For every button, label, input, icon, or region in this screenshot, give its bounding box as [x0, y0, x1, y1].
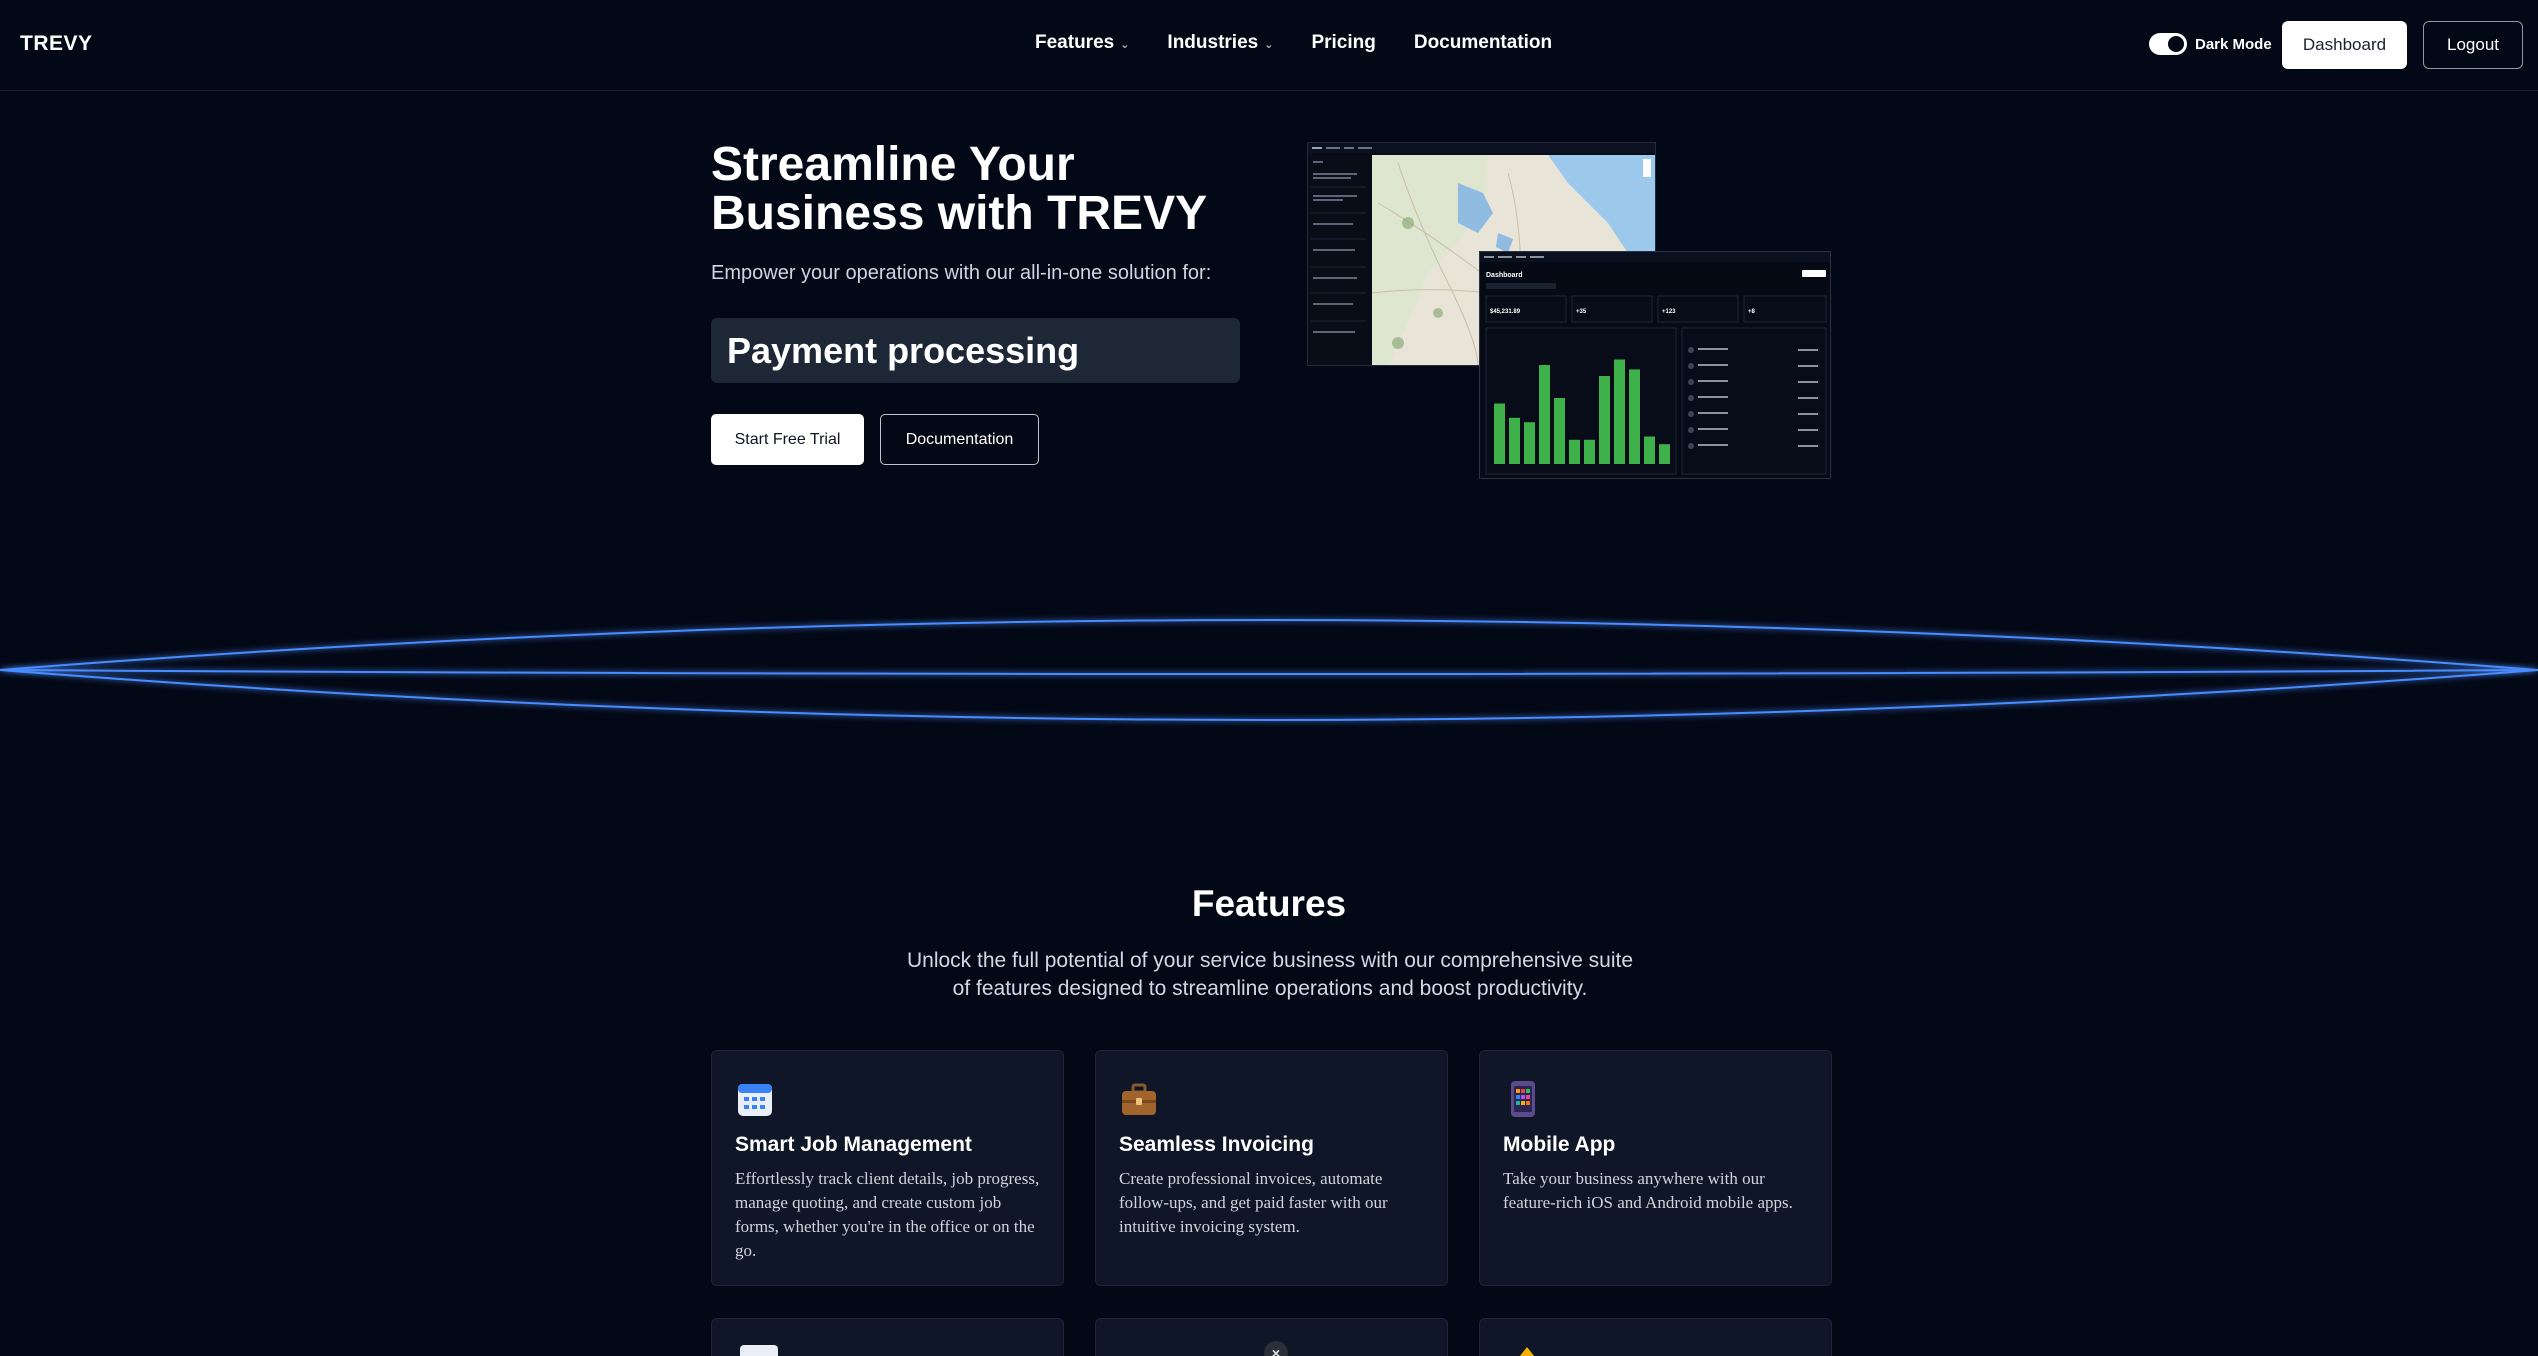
nav-industries-label: Industries [1167, 32, 1259, 53]
top-navbar: TREVY Features ⌄ Industries ⌄ Pricing Do… [0, 0, 2538, 91]
nav-industries[interactable]: Industries ⌄ [1167, 32, 1273, 54]
nav-features-label: Features [1035, 32, 1115, 53]
chart-bar [1629, 369, 1640, 464]
chart-bar [1494, 403, 1505, 464]
documentation-button[interactable]: Documentation [880, 414, 1039, 465]
feature-card-title: Mobile App [1503, 1133, 1616, 1156]
mock-dashboard-title: Dashboard [1486, 272, 1523, 279]
mock-stat-2: +35 [1576, 309, 1587, 315]
toggle-knob [2168, 36, 2184, 52]
feature-card-title: Seamless Invoicing [1119, 1133, 1314, 1156]
chart-bar [1659, 444, 1670, 464]
hero-subtitle: Empower your operations with our all-in-… [711, 262, 1212, 284]
dashboard-screenshot-art: Dashboard $45,231.89 +35 +123 +8 [1480, 252, 1830, 478]
mobile-app-icon [1503, 1079, 1543, 1119]
mock-revenue: $45,231.89 [1490, 309, 1521, 315]
decorative-wave [0, 619, 2538, 721]
feature-card-desc: Create professional invoices, automate f… [1119, 1169, 1388, 1236]
feature-card-5[interactable]: × [1095, 1318, 1448, 1356]
chevron-down-icon: ⌄ [1120, 38, 1130, 51]
chart-bar [1569, 439, 1580, 464]
nav-documentation-label: Documentation [1413, 32, 1553, 53]
feature-card-4[interactable] [711, 1318, 1064, 1356]
feature-card-mobile-app[interactable]: Mobile App Take your business anywhere w… [1479, 1050, 1832, 1286]
mock-stat-4: +8 [1748, 309, 1756, 315]
hero-title-line1: Streamline Your [711, 138, 1075, 191]
typing-text-box: Payment processing [711, 318, 1240, 383]
nav-documentation[interactable]: Documentation [1414, 32, 1552, 54]
feature-card-title: Smart Job Management [735, 1133, 972, 1156]
nav-features[interactable]: Features ⌄ [1035, 32, 1129, 54]
chart-bar [1584, 439, 1595, 464]
logout-button[interactable]: Logout [2423, 21, 2523, 69]
features-subtitle: Unlock the full potential of your servic… [906, 949, 1634, 1000]
dark-mode-toggle[interactable] [2149, 33, 2187, 55]
typing-text: Payment processing [727, 329, 1080, 371]
calendar-icon [740, 1345, 778, 1356]
chart-bar [1599, 376, 1610, 464]
feature-card-invoicing[interactable]: Seamless Invoicing Create professional i… [1095, 1050, 1448, 1286]
chevron-down-icon: ⌄ [1264, 38, 1274, 51]
briefcase-icon [1119, 1079, 1159, 1119]
dashboard-button[interactable]: Dashboard [2282, 21, 2407, 69]
feature-card-job-management[interactable]: Smart Job Management Effortlessly track … [711, 1050, 1064, 1286]
logo[interactable]: TREVY [20, 32, 93, 56]
chart-bar [1539, 365, 1550, 464]
chart-bar [1644, 436, 1655, 464]
chart-bar [1554, 398, 1565, 464]
dark-mode-control: Dark Mode [2149, 33, 2272, 55]
bell-icon [1516, 1347, 1538, 1356]
features-title: Features [1191, 883, 1347, 924]
feature-card-desc: Effortlessly track client details, job p… [735, 1169, 1040, 1260]
feature-card-6[interactable] [1479, 1318, 1832, 1356]
hero-title: Streamline Your Business with TREVY [711, 140, 1271, 238]
mock-stat-3: +123 [1662, 309, 1676, 315]
chart-bar [1524, 422, 1535, 464]
chart-bar [1509, 417, 1520, 464]
x-logo-icon: × [1264, 1341, 1288, 1356]
nav-links: Features ⌄ Industries ⌄ Pricing Document… [1035, 32, 1552, 54]
dark-mode-label: Dark Mode [2195, 35, 2272, 53]
nav-pricing-label: Pricing [1311, 32, 1376, 53]
hero-title-line2: Business with TREVY [711, 187, 1208, 240]
start-free-trial-button[interactable]: Start Free Trial [711, 414, 864, 465]
dashboard-screenshot: Dashboard $45,231.89 +35 +123 +8 [1479, 251, 1831, 479]
feature-card-desc: Take your business anywhere with our fea… [1503, 1169, 1793, 1212]
nav-pricing[interactable]: Pricing [1311, 32, 1375, 54]
chart-bar [1614, 359, 1625, 464]
calendar-icon [735, 1079, 775, 1119]
